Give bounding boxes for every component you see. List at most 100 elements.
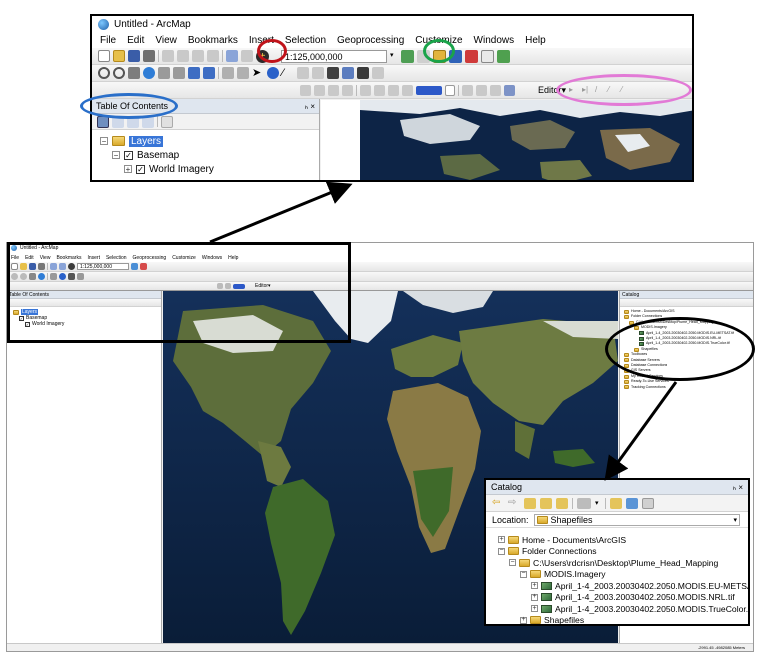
identify-icon[interactable] (267, 67, 279, 79)
color-swatch[interactable] (416, 85, 442, 95)
model-builder-icon[interactable] (497, 49, 510, 63)
home-icon[interactable] (540, 497, 552, 509)
layout-tool-icon[interactable] (360, 84, 371, 96)
save-icon[interactable] (128, 50, 140, 62)
layers-expander-icon[interactable]: − (100, 137, 108, 145)
layout-tool-icon[interactable] (217, 283, 223, 289)
zoom-menu-help[interactable]: Help (525, 35, 546, 46)
open-folder-icon[interactable] (113, 50, 125, 62)
time-slider-icon[interactable] (357, 67, 369, 79)
main-menu-insert[interactable]: Insert (87, 255, 100, 261)
zoom-menu-file[interactable]: File (100, 35, 116, 46)
full-extent-icon[interactable] (38, 273, 45, 280)
layout-tool-icon[interactable] (300, 84, 311, 96)
measure-icon[interactable] (77, 273, 84, 280)
select-by-rectangle-icon[interactable] (222, 67, 234, 79)
edit-tool-icon[interactable]: ▸ (569, 85, 579, 95)
clear-selection-icon[interactable] (237, 67, 249, 79)
catalog-tree-item[interactable]: − C:\Users\rdcrisn\Desktop\Plume_Head_Map… (486, 557, 748, 569)
zoom-menu-windows[interactable]: Windows (474, 35, 515, 46)
copy-icon[interactable] (177, 50, 189, 62)
select-features-icon[interactable] (50, 273, 57, 280)
new-document-icon[interactable] (98, 50, 110, 62)
connect-folder-icon[interactable] (556, 497, 568, 509)
save-icon[interactable] (29, 263, 36, 270)
refresh-icon[interactable] (626, 497, 638, 509)
layout-tool-icon[interactable] (402, 84, 413, 96)
scale-dropdown-icon[interactable]: ▾ (390, 50, 398, 62)
view-options-icon[interactable] (577, 497, 591, 509)
zoom-menu-edit[interactable]: Edit (127, 35, 144, 46)
main-toc-imagery-row[interactable]: ✓ World Imagery (7, 321, 161, 327)
arctoolbox-icon[interactable] (465, 49, 478, 63)
toc-pin-close-icon[interactable]: ₕ × (305, 102, 315, 111)
zoom-toc-titlebar[interactable]: Table Of Contents ₕ × (92, 99, 319, 114)
html-popup-icon[interactable] (297, 67, 309, 79)
basemap-expander-icon[interactable]: − (112, 151, 120, 159)
options-icon[interactable] (642, 497, 654, 509)
layout-tool-icon[interactable] (342, 84, 353, 96)
catalog-window-icon[interactable] (131, 263, 138, 270)
python-window-icon[interactable] (481, 49, 494, 63)
tree-expander-icon[interactable]: + (531, 593, 538, 601)
layout-tool-icon[interactable] (462, 84, 473, 96)
catalog-pin-close-icon[interactable]: ₕ × (733, 483, 743, 492)
layout-tool-icon[interactable] (314, 84, 325, 96)
zoom-menu-bookmarks[interactable]: Bookmarks (188, 35, 238, 46)
straight-segment-icon[interactable]: / (595, 85, 605, 95)
tree-expander-icon[interactable]: − (520, 570, 527, 578)
main-catalog-titlebar[interactable]: Catalog (620, 291, 753, 299)
zoom-out-icon[interactable] (20, 273, 27, 280)
main-menu-file[interactable]: File (11, 255, 19, 261)
zoom-map-view[interactable] (360, 100, 692, 180)
tree-expander-icon[interactable]: + (531, 582, 538, 590)
edit-vertices-icon[interactable]: ▸| (582, 85, 592, 95)
cut-icon[interactable] (162, 50, 174, 62)
tree-expander-icon[interactable]: + (520, 616, 527, 624)
zoom-toc-imagery-row[interactable]: + ✓ World Imagery (92, 162, 319, 176)
forward-extent-icon[interactable] (203, 67, 215, 79)
editor-toolbar-icon[interactable] (401, 49, 414, 63)
location-dropdown-icon[interactable]: ▾ (733, 516, 737, 524)
list-by-drawing-order-icon[interactable] (97, 115, 109, 128)
zoom-menu-insert[interactable]: Insert (249, 35, 274, 46)
zoom-in-icon[interactable] (11, 273, 18, 280)
imagery-checkbox[interactable]: ✓ (25, 321, 30, 327)
zoom-scale-box[interactable]: 1:125,000,000 (281, 49, 387, 63)
new-document-icon[interactable] (11, 263, 18, 270)
basemap-checkbox[interactable]: ✓ (124, 150, 133, 160)
pan-icon[interactable] (128, 67, 140, 79)
layout-tool-icon[interactable] (225, 283, 231, 289)
main-menu-selection[interactable]: Selection (106, 255, 127, 261)
catalog-tree-item[interactable]: + Home - Documents\ArcGIS (486, 534, 748, 546)
undo-icon[interactable] (226, 50, 238, 62)
layout-tool-icon[interactable] (504, 84, 515, 96)
select-elements-icon[interactable]: ➤ (252, 67, 264, 79)
pan-icon[interactable] (29, 273, 36, 280)
redo-icon[interactable] (241, 50, 253, 62)
imagery-checkbox[interactable]: ✓ (136, 164, 145, 174)
layout-tool-icon[interactable] (476, 84, 487, 96)
measure-icon[interactable] (312, 67, 324, 79)
color-swatch[interactable] (233, 283, 245, 289)
add-data-icon[interactable]: + (256, 49, 269, 63)
catalog-tree-item[interactable]: − Folder Connections (486, 546, 748, 558)
search-window-icon[interactable] (449, 49, 462, 63)
dropdown-arrow-icon[interactable] (445, 84, 455, 96)
identify-icon[interactable] (59, 273, 66, 280)
main-menu-view[interactable]: View (40, 255, 51, 261)
imagery-expander-icon[interactable]: + (124, 165, 132, 173)
toggle-contents-icon[interactable] (610, 497, 622, 509)
dropdown-arrow-icon[interactable]: ▾ (595, 498, 601, 509)
main-menu-customize[interactable]: Customize (172, 255, 196, 261)
zoom-menu-view[interactable]: View (155, 35, 177, 46)
catalog-location-field[interactable]: Shapefiles ▾ (533, 513, 740, 526)
back-extent-icon[interactable] (188, 67, 200, 79)
fixed-zoom-in-icon[interactable] (158, 67, 170, 79)
zoom-editor-menu[interactable]: Editor▾ (538, 85, 566, 96)
basemap-checkbox[interactable]: ✓ (19, 315, 24, 321)
zoom-menu-geoprocessing[interactable]: Geoprocessing (337, 35, 404, 46)
layout-tool-icon[interactable] (374, 84, 385, 96)
tree-expander-icon[interactable]: + (498, 536, 505, 544)
tree-expander-icon[interactable]: − (498, 547, 505, 555)
